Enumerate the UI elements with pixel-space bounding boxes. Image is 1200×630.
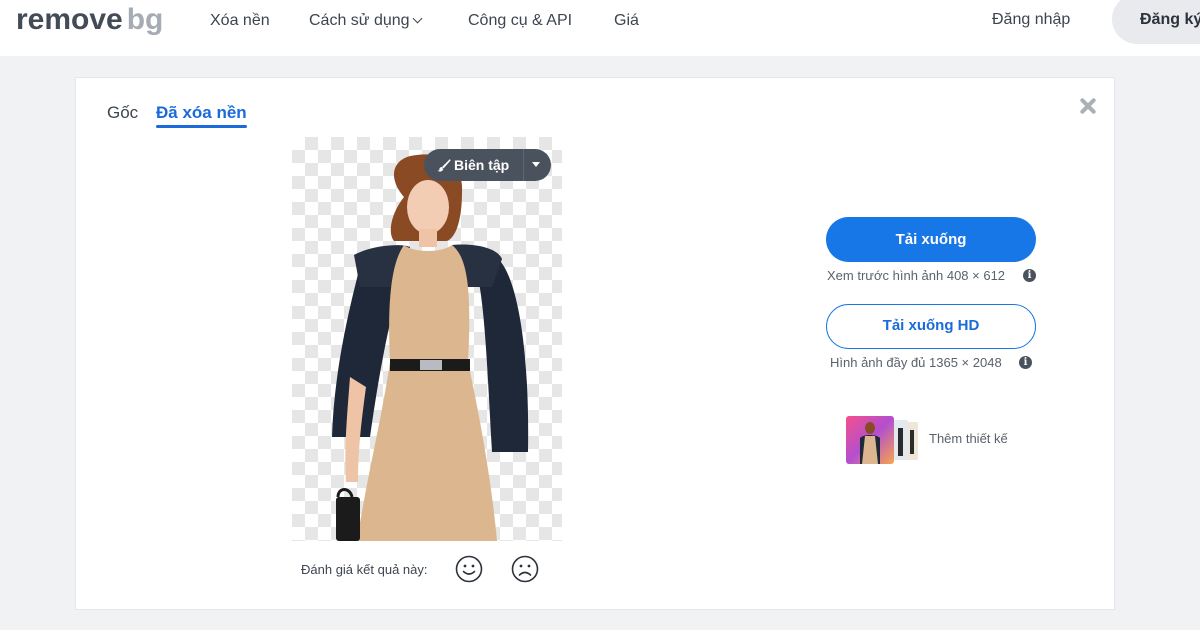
info-icon[interactable]: i bbox=[1023, 269, 1036, 282]
nav-remove-bg[interactable]: Xóa nền bbox=[210, 11, 270, 31]
person-cutout-image bbox=[332, 154, 529, 541]
result-image-preview bbox=[292, 137, 562, 541]
design-thumbnails[interactable] bbox=[846, 416, 922, 464]
active-tab-indicator bbox=[156, 125, 247, 128]
tab-original[interactable]: Gốc bbox=[107, 102, 138, 124]
logo-accent: bg bbox=[126, 3, 164, 36]
preview-size-note: Xem trước hình ảnh 408 × 612 bbox=[827, 268, 1006, 283]
frown-icon[interactable] bbox=[510, 554, 540, 584]
add-design-label[interactable]: Thêm thiết kế bbox=[929, 431, 1008, 446]
nav-how-to-use[interactable]: Cách sử dụng bbox=[309, 11, 422, 31]
edit-button-label: Biên tập bbox=[454, 157, 510, 173]
logo[interactable]: remove bg bbox=[16, 2, 163, 38]
logo-main: remove bbox=[16, 3, 123, 36]
download-hd-button[interactable]: Tải xuống HD bbox=[826, 304, 1036, 349]
info-icon[interactable]: i bbox=[1019, 356, 1032, 369]
tab-removed-background[interactable]: Đã xóa nền bbox=[156, 102, 247, 124]
edit-button[interactable]: Biên tập bbox=[424, 149, 551, 181]
result-card: Gốc Đã xóa nền Biên tập Đánh giá kết quả… bbox=[75, 77, 1115, 610]
login-link[interactable]: Đăng nhập bbox=[992, 11, 1070, 29]
top-header: remove bg Xóa nền Cách sử dụng Công cụ & … bbox=[0, 0, 1200, 56]
rating-label: Đánh giá kết quả này: bbox=[301, 562, 428, 577]
chevron-down-icon bbox=[412, 13, 422, 24]
close-icon[interactable] bbox=[1078, 96, 1098, 116]
signup-button[interactable]: Đăng ký bbox=[1112, 0, 1200, 44]
nav-pricing[interactable]: Giá bbox=[614, 11, 639, 31]
smile-icon[interactable] bbox=[454, 554, 484, 584]
brush-icon bbox=[437, 159, 451, 172]
edit-button-divider bbox=[523, 149, 524, 181]
nav-how-to-use-label: Cách sử dụng bbox=[309, 12, 410, 29]
nav-tools-api[interactable]: Công cụ & API bbox=[468, 11, 572, 31]
caret-down-icon[interactable] bbox=[532, 162, 540, 167]
download-button[interactable]: Tải xuống bbox=[826, 217, 1036, 262]
full-size-note: Hình ảnh đầy đủ 1365 × 2048 bbox=[830, 355, 1002, 370]
signup-label: Đăng ký bbox=[1140, 11, 1200, 28]
